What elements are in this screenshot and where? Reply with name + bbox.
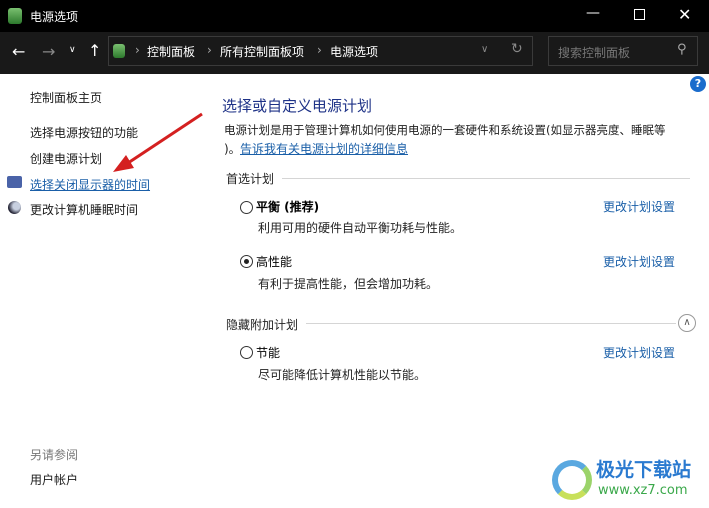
watermark-swirl-icon — [552, 460, 592, 500]
divider — [282, 178, 690, 179]
page-description: 电源计划是用于管理计算机如何使用电源的一套硬件和系统设置(如显示器亮度、睡眠等 — [224, 123, 666, 137]
divider — [306, 323, 676, 324]
learn-more-link[interactable]: 告诉我有关电源计划的详细信息 — [240, 140, 408, 157]
hidden-plans-heading: 隐藏附加计划 — [226, 318, 299, 332]
change-plan-settings-link[interactable]: 更改计划设置 — [603, 198, 675, 215]
watermark-name: 极光下载站 — [596, 459, 692, 481]
collapse-chevron-up-icon[interactable]: ∧ — [678, 314, 696, 332]
plan-description: 有利于提高性能，但会增加功耗。 — [258, 277, 439, 291]
page-title: 选择或自定义电源计划 — [222, 97, 373, 115]
plan-name[interactable]: 平衡 (推荐) — [256, 198, 319, 215]
page-description-end: )。 — [224, 142, 241, 156]
plan-power-saver-radio[interactable] — [240, 346, 253, 359]
change-plan-settings-link[interactable]: 更改计划设置 — [603, 344, 675, 361]
watermark-logo: 极光下载站 www.xz7.com — [552, 455, 709, 505]
help-icon[interactable]: ? — [690, 76, 706, 92]
plan-description: 尽可能降低计算机性能以节能。 — [258, 368, 427, 382]
plan-name[interactable]: 高性能 — [256, 253, 292, 270]
plan-balanced-radio[interactable] — [240, 201, 253, 214]
preferred-plans-heading: 首选计划 — [226, 172, 275, 186]
plan-name[interactable]: 节能 — [256, 344, 280, 361]
watermark-url: www.xz7.com — [598, 483, 688, 498]
plan-high-performance-radio[interactable] — [240, 255, 253, 268]
change-plan-settings-link[interactable]: 更改计划设置 — [603, 253, 675, 270]
plan-description: 利用可用的硬件自动平衡功耗与性能。 — [258, 221, 463, 235]
